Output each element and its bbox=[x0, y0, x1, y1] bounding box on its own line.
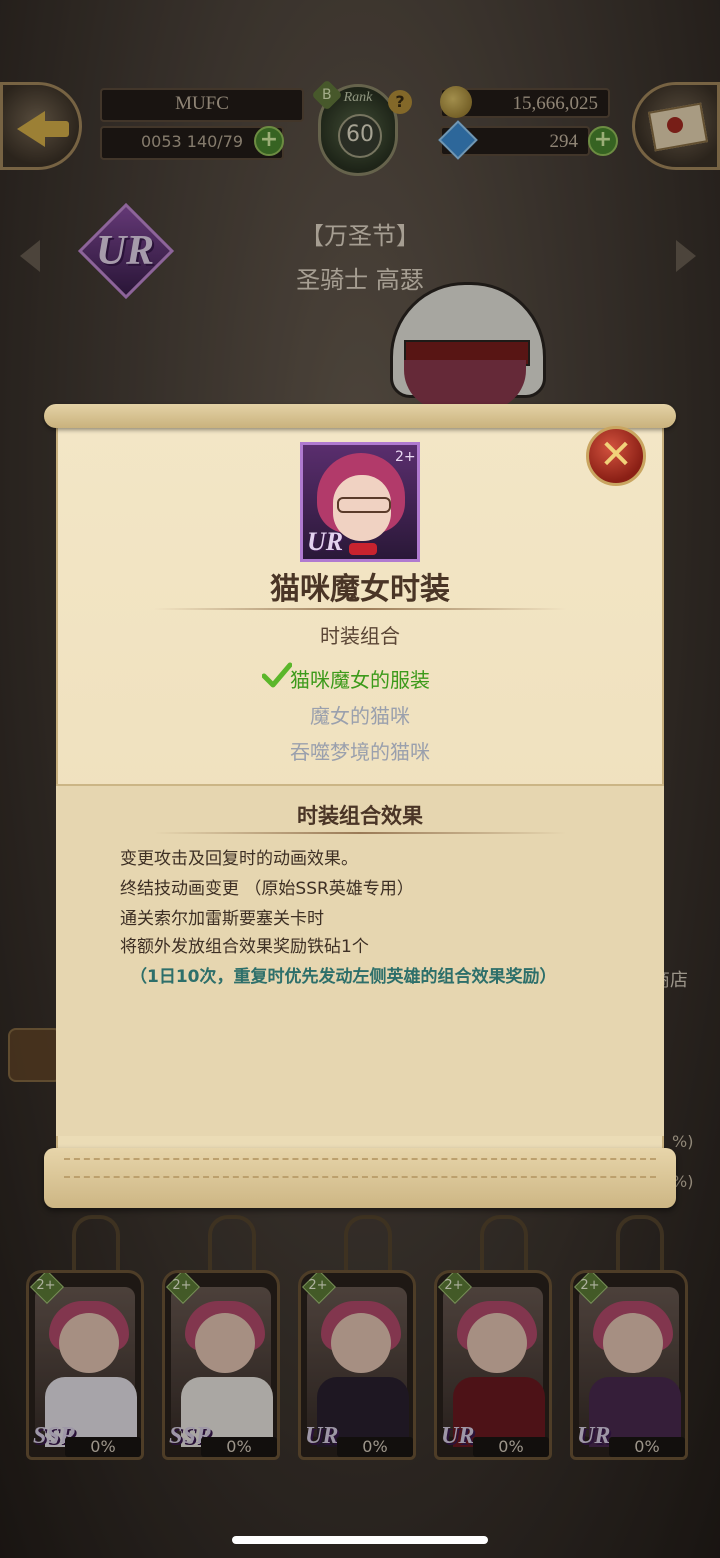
close-x-icon: ✕ bbox=[599, 432, 633, 478]
scroll-ornament bbox=[64, 1158, 656, 1178]
set-item-missing: 吞噬梦境的猫咪 bbox=[290, 740, 430, 764]
scroll-top-rod bbox=[44, 404, 676, 428]
set-item-owned: 猫咪魔女的服装 bbox=[290, 668, 430, 692]
effect-line: 将额外发放组合效果奖励铁砧1个 bbox=[120, 937, 369, 957]
effect-divider bbox=[154, 832, 566, 834]
portrait-level-badge: 2+ bbox=[395, 449, 416, 465]
portrait-bow bbox=[349, 543, 377, 555]
costume-title: 猫咪魔女时装 bbox=[270, 572, 450, 607]
effect-line: 变更攻击及回复时的动画效果。 bbox=[120, 849, 358, 869]
portrait-glasses bbox=[337, 497, 391, 513]
home-indicator[interactable] bbox=[232, 1536, 488, 1544]
close-button[interactable]: ✕ bbox=[586, 426, 646, 486]
portrait-rarity: UR bbox=[307, 527, 344, 556]
check-icon bbox=[262, 662, 292, 688]
scroll-bottom-rod bbox=[44, 1148, 676, 1208]
effect-title: 时装组合效果 bbox=[297, 804, 423, 828]
costume-set-dialog: ✕ UR 2+ 猫咪魔女时装 时装组合 猫咪魔女的服装 魔女的猫咪 吞噬梦境的猫… bbox=[44, 404, 676, 1212]
costume-portrait: UR 2+ bbox=[300, 442, 420, 562]
effect-line: 终结技动画变更 （原始SSR英雄专用） bbox=[120, 879, 414, 899]
effect-note: （1日10次，重复时优先发动左侧英雄的组合效果奖励） bbox=[130, 967, 557, 987]
effect-panel bbox=[56, 784, 664, 1136]
set-item-missing: 魔女的猫咪 bbox=[310, 704, 410, 728]
set-label: 时装组合 bbox=[320, 624, 400, 648]
title-divider bbox=[154, 608, 566, 610]
effect-line: 通关索尔加雷斯要塞关卡时 bbox=[120, 909, 324, 929]
